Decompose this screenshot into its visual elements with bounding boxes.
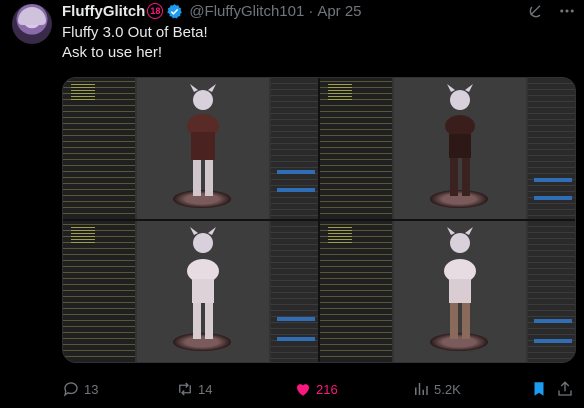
repost-icon (179, 382, 191, 396)
post-text-line-1: Fluffy 3.0 Out of Beta! (62, 24, 208, 41)
share-button[interactable] (556, 377, 578, 401)
repost-count: 14 (198, 381, 213, 397)
display-name[interactable]: FluffyGlitch (62, 3, 145, 20)
post-date[interactable]: Apr 25 (317, 3, 361, 20)
media-image-2[interactable] (320, 78, 575, 219)
separator: · (308, 2, 314, 20)
views-button[interactable]: 5.2K (412, 377, 461, 401)
age-badge: 18 (147, 3, 164, 19)
share-icon (558, 381, 572, 396)
views-icon (415, 383, 428, 395)
reply-button[interactable]: 13 (62, 377, 98, 401)
media-grid (62, 77, 576, 363)
grok-icon[interactable] (528, 3, 544, 19)
media-image-4[interactable] (320, 221, 575, 362)
reply-icon (63, 382, 78, 397)
avatar[interactable] (12, 4, 52, 44)
verified-badge-icon (167, 3, 183, 18)
like-button[interactable]: 216 (294, 377, 338, 401)
more-icon[interactable] (558, 2, 576, 20)
post-header: FluffyGlitch 18 @FluffyGlitch101 · Apr 2… (62, 0, 574, 22)
action-bar: 13 14 216 5.2K (62, 377, 576, 401)
handle[interactable]: @FluffyGlitch101 (189, 3, 304, 20)
bookmark-icon (534, 382, 544, 396)
like-icon (297, 384, 309, 396)
reply-count: 13 (84, 381, 99, 397)
bookmark-button[interactable] (530, 377, 552, 401)
views-count: 5.2K (434, 381, 461, 397)
media-image-1[interactable] (63, 78, 318, 219)
like-count: 216 (316, 381, 338, 397)
repost-button[interactable]: 14 (176, 377, 212, 401)
media-image-3[interactable] (63, 221, 318, 362)
post-text-line-2: Ask to use her! (62, 44, 163, 61)
